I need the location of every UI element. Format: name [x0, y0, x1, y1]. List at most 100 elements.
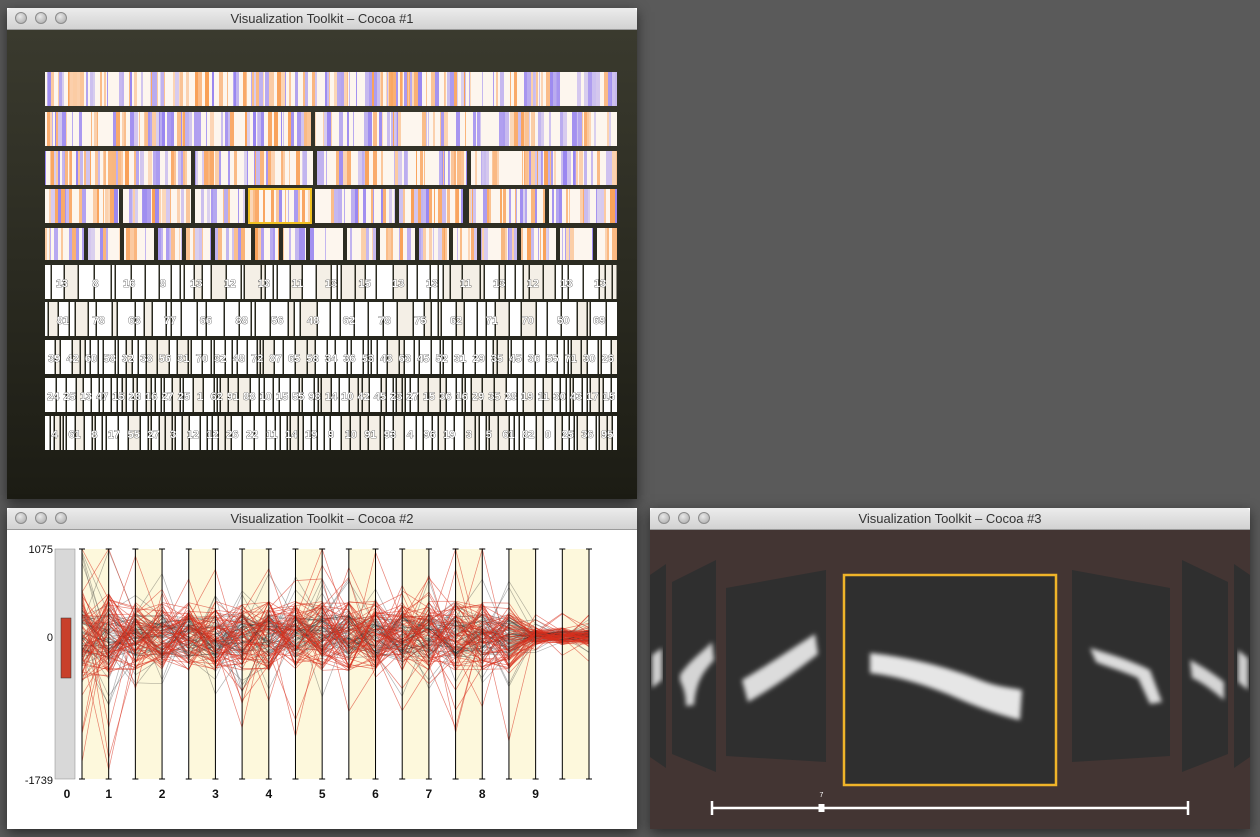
- treemap-leaf[interactable]: [113, 302, 117, 336]
- treemap-leaf[interactable]: [252, 302, 255, 336]
- image-slider[interactable]: 7: [710, 792, 1190, 815]
- window-cocoa-2[interactable]: Visualization Toolkit – Cocoa #2 1075 0 …: [7, 508, 637, 829]
- treemap-leaf[interactable]: [70, 302, 75, 336]
- treemap-leaf[interactable]: [558, 340, 564, 374]
- treemap-leaf[interactable]: [61, 416, 63, 450]
- parallel-coordinates-canvas[interactable]: 1075 0 -1739 0 1 2 3 4 5 6 7 8 9: [7, 530, 637, 829]
- treemap-cell[interactable]: [481, 228, 517, 260]
- gallery-panel-right-1[interactable]: [1072, 570, 1170, 762]
- range-selection-handle[interactable]: [60, 617, 72, 679]
- treemap-leaf[interactable]: [444, 265, 450, 299]
- treemap-leaf[interactable]: [318, 302, 330, 336]
- window-cocoa-3[interactable]: Visualization Toolkit – Cocoa #3 7: [650, 508, 1250, 829]
- gallery-panel-far-left[interactable]: [650, 564, 666, 768]
- treemap-leaf[interactable]: [116, 340, 118, 374]
- treemap-leaf[interactable]: [506, 265, 515, 299]
- treemap-view[interactable]: 13 8 16 8 13 12 13 11 13 15 13 13 11 13 12 13 13 81 78 63 77…: [7, 30, 637, 499]
- gallery-panel-left-1[interactable]: [726, 570, 826, 762]
- treemap-leaf[interactable]: [544, 265, 555, 299]
- gallery-panel-right-2[interactable]: [1182, 560, 1228, 772]
- treemap-leaf[interactable]: [606, 265, 612, 299]
- treemap-cell[interactable]: [123, 189, 191, 223]
- treemap-leaf[interactable]: [432, 302, 438, 336]
- treemap-cell[interactable]: [317, 151, 467, 185]
- treemap-cell[interactable]: [215, 228, 251, 260]
- treemap-leaf[interactable]: [465, 302, 477, 336]
- treemap-leaf[interactable]: [64, 416, 66, 450]
- treemap-leaf[interactable]: [355, 302, 368, 336]
- treemap-leaf[interactable]: [81, 340, 85, 374]
- treemap-cell[interactable]: [471, 151, 617, 185]
- treemap-cell[interactable]: [45, 112, 311, 146]
- treemap-leaf[interactable]: [318, 416, 324, 450]
- treemap-leaf[interactable]: [219, 416, 225, 450]
- treemap-cell[interactable]: [255, 228, 279, 260]
- treemap-leaf[interactable]: [607, 302, 617, 336]
- treemap-cell[interactable]: [88, 228, 120, 260]
- treemap-leaf[interactable]: [417, 416, 423, 450]
- treemap-leaf[interactable]: [613, 265, 617, 299]
- title-bar[interactable]: Visualization Toolkit – Cocoa #3: [650, 508, 1250, 530]
- parallel-coordinates-view[interactable]: 1075 0 -1739 0 1 2 3 4 5 6 7 8 9: [7, 530, 637, 829]
- treemap-cell[interactable]: [597, 228, 617, 260]
- treemap-cell[interactable]: [315, 189, 395, 223]
- gallery-panel-center[interactable]: [842, 573, 1058, 787]
- treemap-leaf[interactable]: [455, 416, 464, 450]
- treemap-root-cell[interactable]: [45, 72, 617, 106]
- treemap-cell[interactable]: [315, 112, 617, 146]
- treemap-leaf[interactable]: [478, 302, 486, 336]
- treemap-cell[interactable]: [453, 228, 477, 260]
- treemap-leaf[interactable]: [398, 302, 413, 336]
- treemap-leaf[interactable]: [103, 416, 106, 450]
- treemap-leaf[interactable]: [439, 302, 441, 336]
- treemap-leaf[interactable]: [515, 416, 519, 450]
- treemap-leaf[interactable]: [203, 265, 211, 299]
- treemap-leaf[interactable]: [480, 416, 486, 450]
- treemap-leaf[interactable]: [331, 302, 340, 336]
- treemap-leaf[interactable]: [299, 416, 303, 450]
- treemap-leaf[interactable]: [274, 265, 277, 299]
- treemap-leaf[interactable]: [338, 265, 341, 299]
- treemap-cell[interactable]: [45, 228, 84, 260]
- treemap-cell[interactable]: [195, 189, 245, 223]
- treemap-cell[interactable]: [45, 189, 119, 223]
- treemap-leaf[interactable]: [537, 416, 543, 450]
- treemap-cell[interactable]: [45, 151, 191, 185]
- treemap-leaf[interactable]: [76, 302, 88, 336]
- treemap-leaf[interactable]: [377, 265, 393, 299]
- treemap-leaf[interactable]: [182, 302, 197, 336]
- treemap-leaf[interactable]: [303, 265, 316, 299]
- treemap-cell[interactable]: [399, 189, 463, 223]
- treemap-leaf[interactable]: [172, 265, 180, 299]
- treemap-leaf[interactable]: [408, 265, 417, 299]
- treemap-leaf[interactable]: [176, 416, 182, 450]
- treemap-leaf[interactable]: [256, 302, 270, 336]
- slider-knob[interactable]: [818, 804, 825, 812]
- treemap-leaf[interactable]: [597, 416, 599, 450]
- treemap-cell[interactable]: [310, 228, 343, 260]
- treemap-leaf[interactable]: [181, 265, 184, 299]
- treemap-cell[interactable]: [186, 228, 211, 260]
- treemap-leaf[interactable]: [295, 302, 300, 336]
- treemap-leaf[interactable]: [476, 416, 479, 450]
- treemap-leaf[interactable]: [226, 340, 232, 374]
- treemap-leaf[interactable]: [45, 265, 51, 299]
- treemap-cell[interactable]: [124, 228, 154, 260]
- treemap-leaf[interactable]: [99, 340, 103, 374]
- title-bar[interactable]: Visualization Toolkit – Cocoa #2: [7, 508, 637, 530]
- treemap-cell[interactable]: [419, 228, 449, 260]
- treemap-leaf[interactable]: [439, 265, 443, 299]
- treemap-leaf[interactable]: [613, 416, 617, 450]
- title-bar[interactable]: Visualization Toolkit – Cocoa #1: [7, 8, 637, 30]
- treemap-cell[interactable]: [249, 189, 311, 223]
- treemap-cell[interactable]: [195, 151, 313, 185]
- treemap-leaf[interactable]: [278, 265, 290, 299]
- treemap-leaf[interactable]: [146, 265, 159, 299]
- treemap-leaf[interactable]: [112, 265, 115, 299]
- treemap-cell[interactable]: [549, 189, 617, 223]
- window-cocoa-1[interactable]: Visualization Toolkit – Cocoa #1 13 8 16 8 1…: [7, 8, 637, 499]
- treemap-cell[interactable]: [380, 228, 415, 260]
- treemap-leaf[interactable]: [342, 265, 355, 299]
- treemap-leaf[interactable]: [45, 416, 50, 450]
- treemap-leaf[interactable]: [119, 416, 128, 450]
